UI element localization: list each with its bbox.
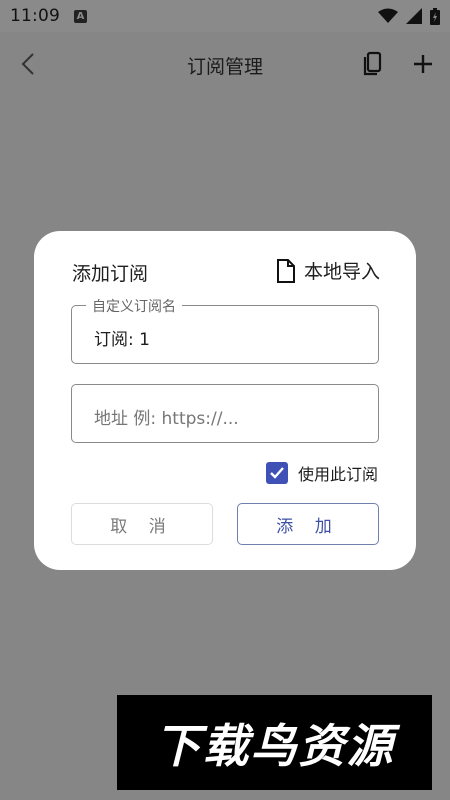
use-subscription-label: 使用此订阅 xyxy=(297,465,378,484)
add-subscription-button[interactable] xyxy=(410,50,436,78)
add-button[interactable]: 添 加 xyxy=(237,503,379,545)
status-time: 11:09 xyxy=(10,6,60,26)
use-subscription-checkbox[interactable]: 使用此订阅 xyxy=(265,461,378,485)
watermark-text: 下载鸟资源 xyxy=(154,718,395,773)
subscription-url-field[interactable]: 地址 例: https://... xyxy=(71,384,379,443)
checkbox-checked-icon xyxy=(265,462,288,484)
wifi-icon xyxy=(378,8,398,23)
local-import-label: 本地导入 xyxy=(303,261,380,283)
copy-icon xyxy=(363,51,382,76)
notification-a-icon: A xyxy=(74,9,87,23)
watermark-banner: 下载鸟资源 xyxy=(117,695,432,790)
dialog-title: 添加订阅 xyxy=(72,263,149,285)
file-icon xyxy=(276,258,295,283)
subscription-name-field[interactable]: 自定义订阅名 订阅: 1 xyxy=(71,296,379,364)
status-bar: 11:09 A xyxy=(0,0,450,32)
battery-icon xyxy=(430,7,440,25)
app-bar: 订阅管理 xyxy=(0,32,450,96)
plus-icon xyxy=(414,55,432,73)
local-import-button[interactable]: 本地导入 xyxy=(276,257,380,284)
subscription-name-value: 订阅: 1 xyxy=(94,330,150,350)
cancel-button[interactable]: 取 消 xyxy=(71,503,213,545)
subscription-name-legend: 自定义订阅名 xyxy=(86,296,182,316)
copy-button[interactable] xyxy=(360,50,386,78)
subscription-url-placeholder: 地址 例: https://... xyxy=(94,409,239,429)
add-subscription-dialog: 添加订阅 本地导入 自定义订阅名 订阅: 1 地址 例: https://...… xyxy=(34,231,416,570)
status-icons xyxy=(378,7,440,25)
signal-icon xyxy=(406,8,422,24)
